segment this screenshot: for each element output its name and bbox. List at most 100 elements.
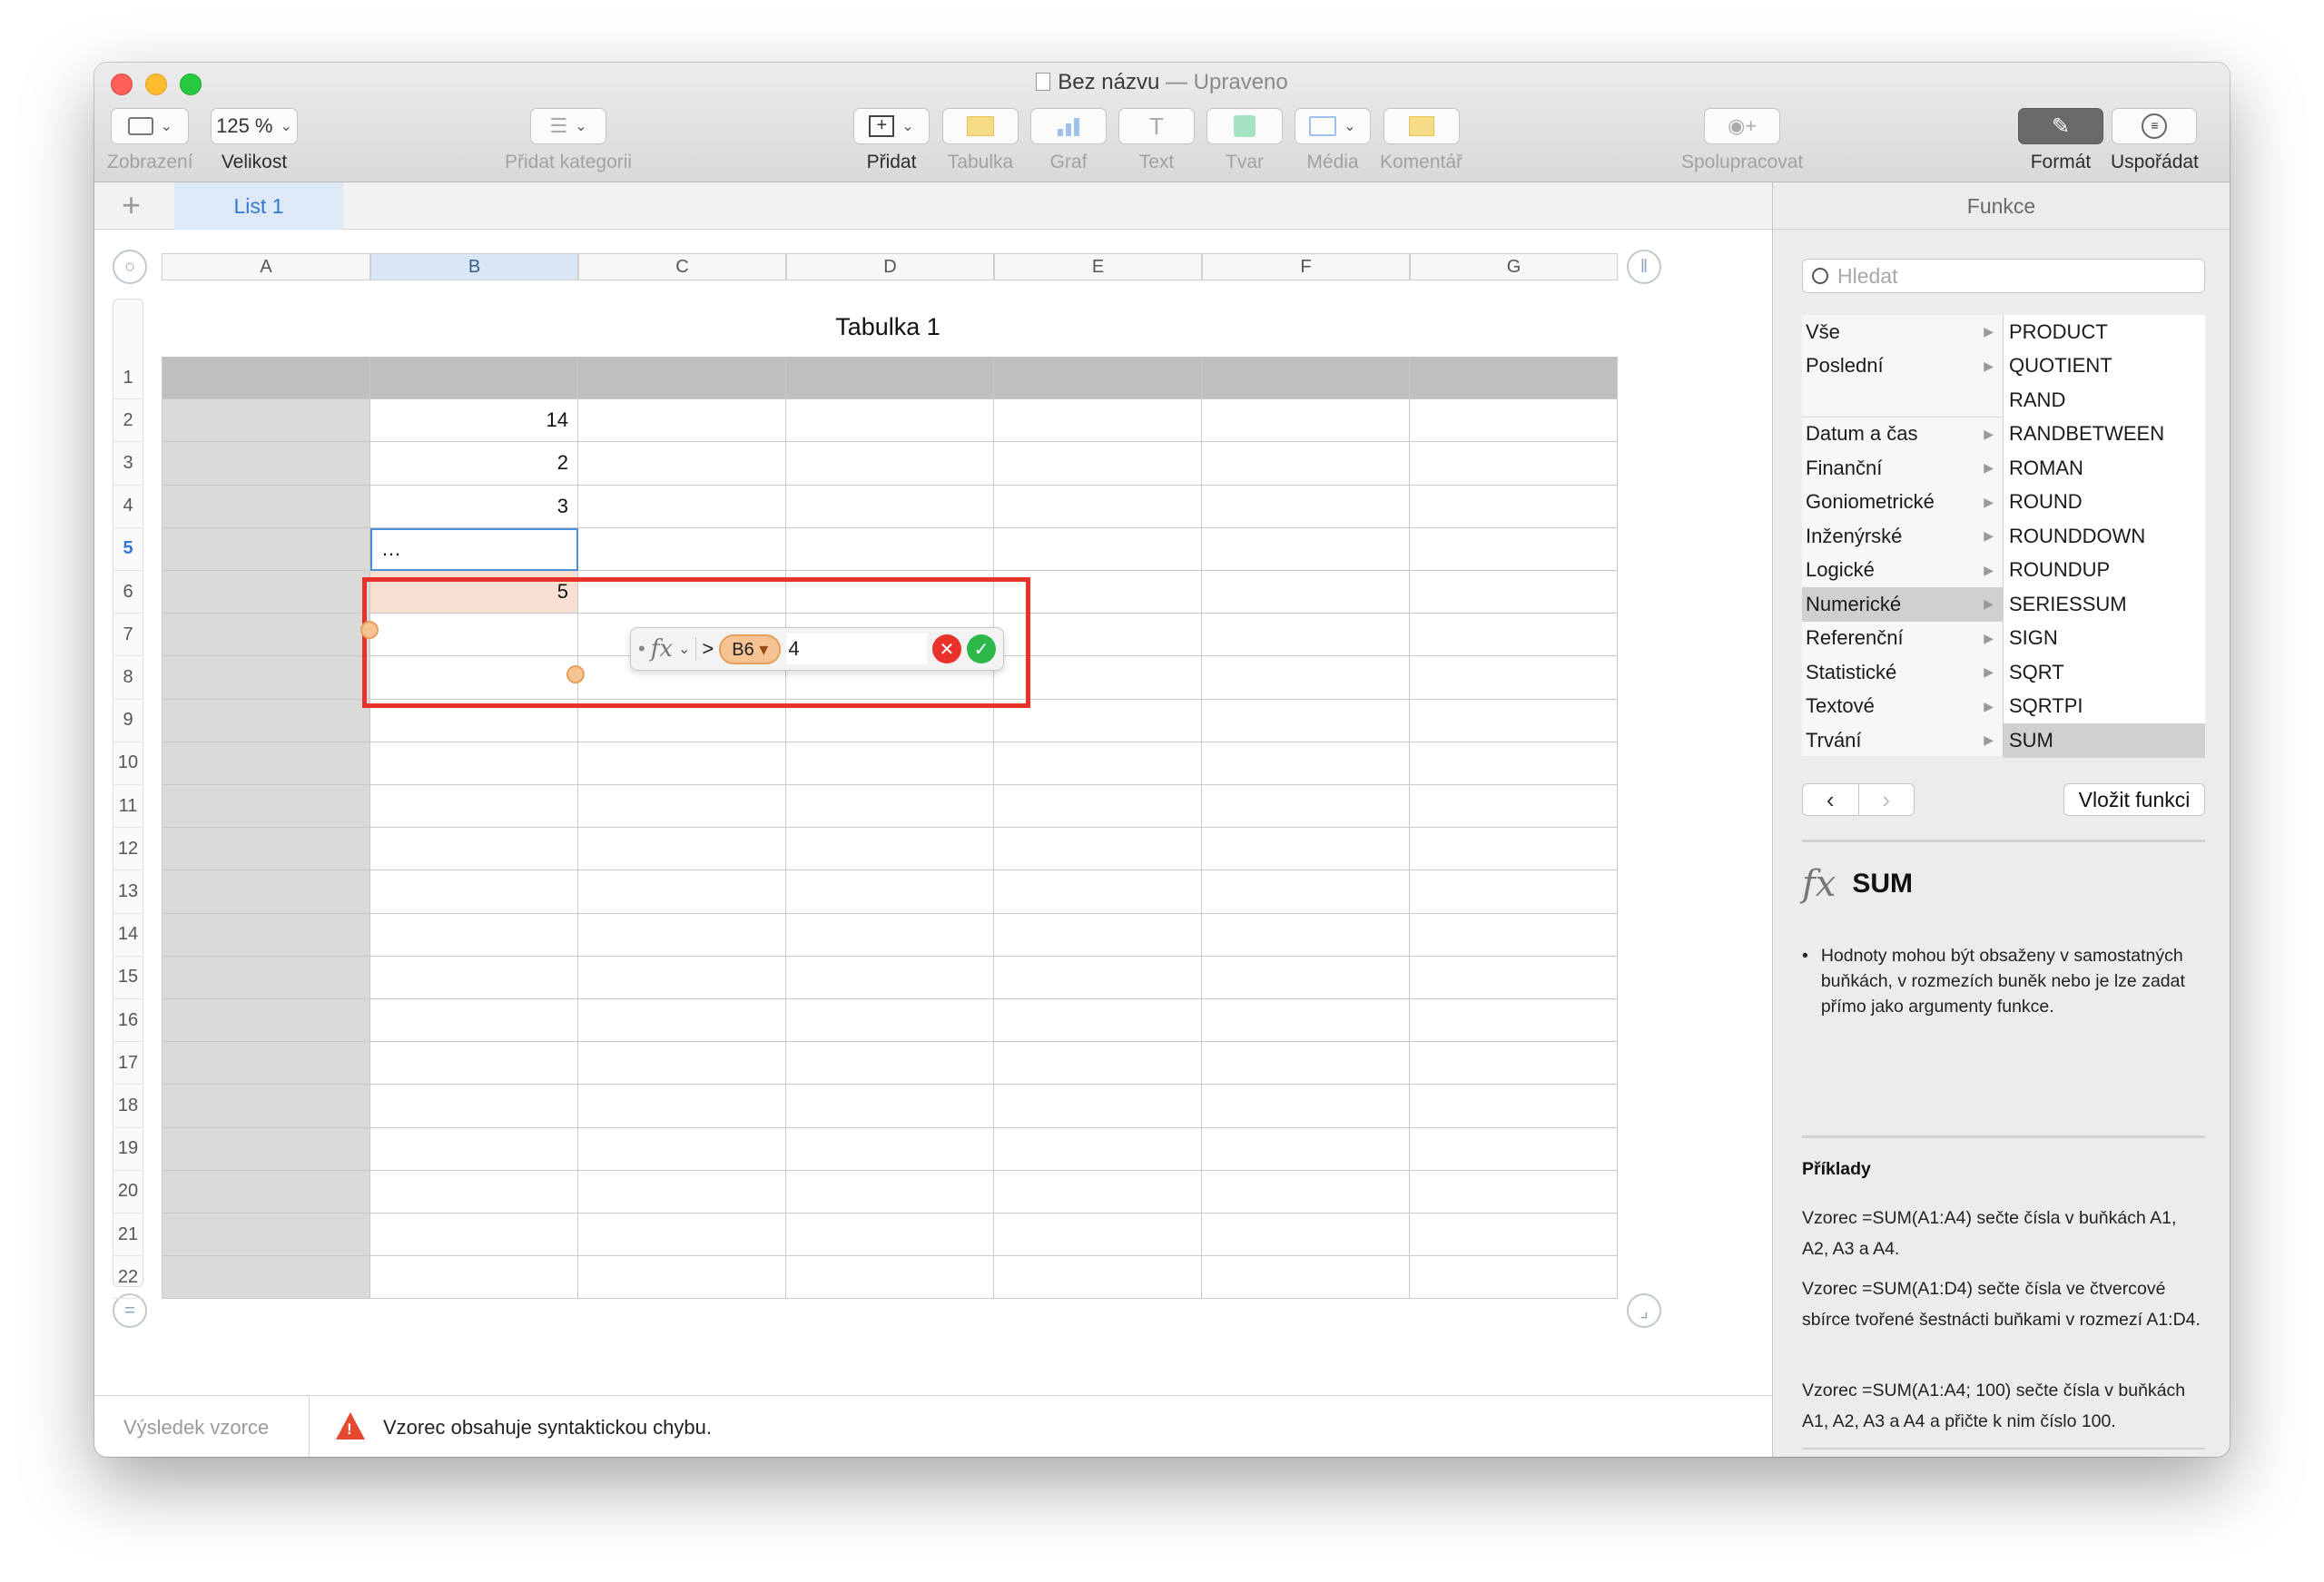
table-cell-c1[interactable] (578, 357, 786, 400)
table-cell-f22[interactable] (1202, 1256, 1410, 1300)
table-cell-c2[interactable] (578, 399, 786, 443)
shape-tool[interactable]: Tvar (1206, 108, 1283, 173)
row-header-7[interactable]: 7 (113, 614, 143, 657)
table-cell-e20[interactable] (994, 1170, 1202, 1214)
table-cell-e17[interactable] (994, 1042, 1202, 1086)
row-header-4[interactable]: 4 (113, 486, 143, 528)
function-item[interactable]: ROUND (2004, 486, 2205, 520)
row-header-18[interactable]: 18 (113, 1085, 143, 1128)
column-handle-button[interactable]: ‖ (1627, 250, 1661, 284)
category-item[interactable]: Trvání ▶ (1802, 723, 2003, 758)
table-cell-a6[interactable] (162, 571, 370, 614)
row-header-14[interactable]: 14 (113, 914, 143, 957)
table-cell-a8[interactable] (162, 656, 370, 700)
function-item[interactable]: RANDBETWEEN (2004, 418, 2205, 452)
comment-tool[interactable]: Komentář (1380, 108, 1462, 173)
function-item[interactable]: PRODUCT (2004, 315, 2205, 349)
category-item[interactable]: Poslední ▶ (1802, 349, 2003, 384)
table-cell-d17[interactable] (786, 1042, 994, 1086)
chart-tool[interactable]: Graf (1030, 108, 1107, 173)
table-cell-a14[interactable] (162, 913, 370, 957)
row-header-22[interactable]: 22 (113, 1256, 143, 1300)
table-cell-a13[interactable] (162, 870, 370, 914)
table-cell-g17[interactable] (1410, 1042, 1618, 1086)
table-cell-d18[interactable] (786, 1085, 994, 1128)
table-cell-g5[interactable] (1410, 527, 1618, 571)
format-tool[interactable]: ✎ Formát (2018, 108, 2103, 173)
table-cell-e19[interactable] (994, 1127, 1202, 1171)
table-cell-a11[interactable] (162, 785, 370, 829)
table-cell-b18[interactable] (370, 1085, 578, 1128)
table-cell-a21[interactable] (162, 1214, 370, 1257)
table-cell-b4[interactable]: 3 (370, 485, 578, 528)
row-header-15[interactable]: 15 (113, 957, 143, 999)
table-cell-a20[interactable] (162, 1170, 370, 1214)
accept-formula-button[interactable]: ✓ (967, 634, 996, 663)
table-cell-g2[interactable] (1410, 399, 1618, 443)
function-item[interactable]: SERIESSUM (2004, 587, 2205, 622)
category-item[interactable]: Logické ▶ (1802, 554, 2003, 588)
table-cell-c3[interactable] (578, 442, 786, 486)
drag-handle-icon[interactable]: • (638, 637, 645, 661)
table-cell-e10[interactable] (994, 742, 1202, 785)
table-cell-c21[interactable] (578, 1214, 786, 1257)
formula-editor[interactable]: • fx ⌄ > B6 ▾ 4 ✕ ✓ (630, 627, 1004, 671)
table-cell-d16[interactable] (786, 999, 994, 1043)
table-button[interactable] (942, 108, 1019, 144)
table-cell-g10[interactable] (1410, 742, 1618, 785)
view-button[interactable]: ⌄ (111, 108, 190, 144)
category-item[interactable]: Statistické ▶ (1802, 655, 2003, 690)
table-cell-f19[interactable] (1202, 1127, 1410, 1171)
table-cell-f14[interactable] (1202, 913, 1410, 957)
range-handle-top[interactable] (360, 621, 379, 639)
arrange-button[interactable]: ≡ (2112, 108, 2198, 144)
column-header-e[interactable]: E (994, 253, 1202, 280)
table-cell-f15[interactable] (1202, 956, 1410, 999)
table-cell-b15[interactable] (370, 956, 578, 999)
range-handle-bottom[interactable] (566, 665, 585, 683)
table-cell-e14[interactable] (994, 913, 1202, 957)
table-cell-b5[interactable]: … (370, 527, 578, 571)
table-cell-b12[interactable] (370, 828, 578, 871)
column-header-a[interactable]: A (162, 253, 370, 280)
table-cell-g19[interactable] (1410, 1127, 1618, 1171)
table-cell-g20[interactable] (1410, 1170, 1618, 1214)
category-item[interactable]: Textové ▶ (1802, 690, 2003, 724)
table-cell-g4[interactable] (1410, 485, 1618, 528)
table-cell-b11[interactable] (370, 785, 578, 829)
table-cell-f1[interactable] (1202, 357, 1410, 400)
table-cell-g21[interactable] (1410, 1214, 1618, 1257)
table-cell-f9[interactable] (1202, 699, 1410, 742)
chevron-down-icon[interactable]: ⌄ (678, 640, 690, 658)
row-header-8[interactable]: 8 (113, 656, 143, 700)
category-tool[interactable]: ☰ ⌄ Přidat kategorii (505, 108, 632, 173)
table-cell-e3[interactable] (994, 442, 1202, 486)
table-cell-b22[interactable] (370, 1256, 578, 1300)
table-cell-c22[interactable] (578, 1256, 786, 1300)
table-cell-e1[interactable] (994, 357, 1202, 400)
category-item[interactable]: Vše ▶ (1802, 315, 2003, 349)
table-cell-c11[interactable] (578, 785, 786, 829)
table-cell-d2[interactable] (786, 399, 994, 443)
table-cell-e21[interactable] (994, 1214, 1202, 1257)
table-cell-e16[interactable] (994, 999, 1202, 1043)
table-cell-f3[interactable] (1202, 442, 1410, 486)
column-header-b[interactable]: B (370, 253, 578, 280)
function-item[interactable]: ROUNDDOWN (2004, 519, 2205, 554)
comment-button[interactable] (1383, 108, 1460, 144)
table-cell-f10[interactable] (1202, 742, 1410, 785)
function-item[interactable]: SUM (2004, 723, 2205, 758)
table-cell-a15[interactable] (162, 956, 370, 999)
row-header-2[interactable]: 2 (113, 399, 143, 443)
table-cell-a10[interactable] (162, 742, 370, 785)
insert-button[interactable]: + ⌄ (853, 108, 930, 144)
column-header-g[interactable]: G (1410, 253, 1618, 280)
arrange-tool[interactable]: ≡ Uspořádat (2111, 108, 2199, 173)
category-item[interactable]: Datum a čas ▶ (1802, 418, 2003, 452)
media-button[interactable]: ⌄ (1295, 108, 1371, 144)
table-cell-f5[interactable] (1202, 527, 1410, 571)
formula-text[interactable]: 4 (786, 634, 927, 664)
category-item[interactable]: Inženýrské ▶ (1802, 519, 2003, 554)
table-cell-c15[interactable] (578, 956, 786, 999)
table-cell-f18[interactable] (1202, 1085, 1410, 1128)
